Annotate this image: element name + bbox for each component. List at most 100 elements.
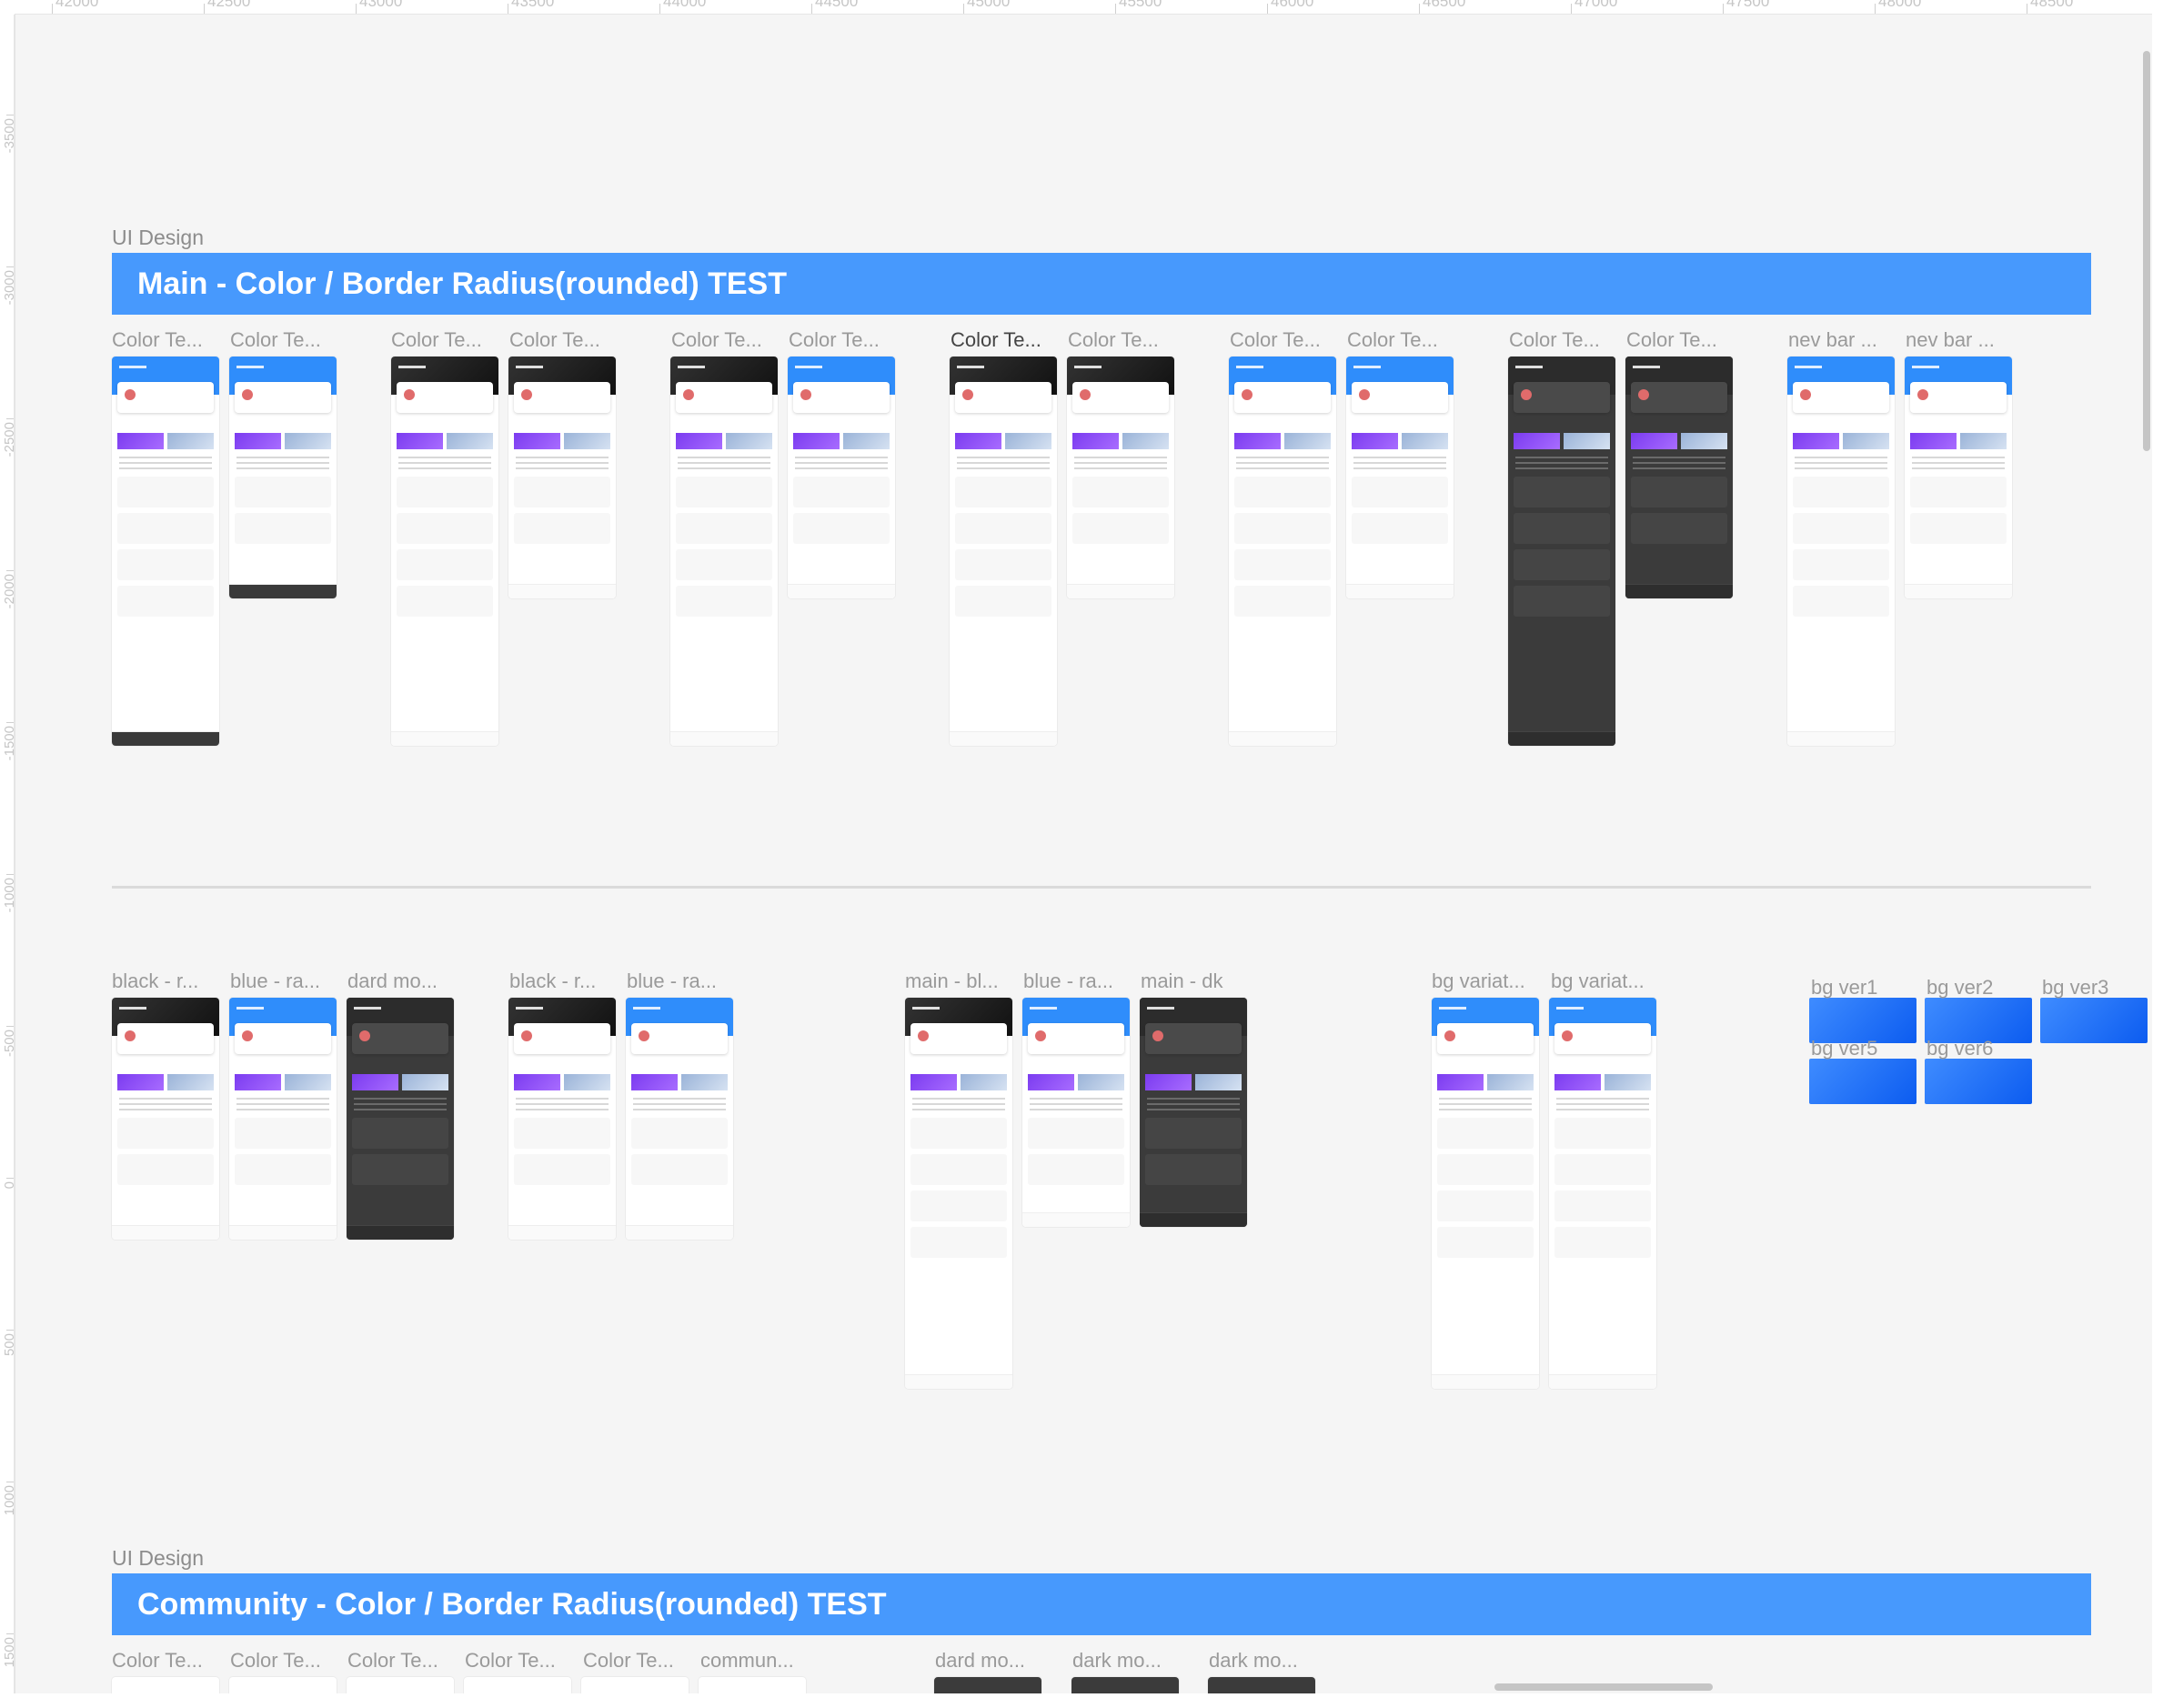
ruler-tick: 42000	[52, 0, 188, 14]
phone-frame[interactable]	[112, 1677, 219, 1693]
phone-frame[interactable]	[670, 357, 778, 746]
phone-frame[interactable]	[1508, 357, 1615, 746]
section-label[interactable]: UI Design	[112, 226, 204, 250]
phone-frame[interactable]	[581, 1677, 689, 1693]
ruler-tick: -1000	[0, 874, 14, 1010]
frame-label[interactable]: Color Te...	[1509, 328, 1618, 352]
ruler-tick: -3500	[0, 115, 14, 251]
frame-label[interactable]: blue - ra...	[230, 970, 339, 993]
frame-label[interactable]: Color Te...	[230, 1649, 339, 1673]
ruler-tick: 43000	[356, 0, 492, 14]
phone-frame[interactable]	[934, 1677, 1041, 1693]
frame-label[interactable]: blue - ra...	[627, 970, 736, 993]
bg-variant-tile[interactable]: bg ver3	[2040, 976, 2148, 1043]
phone-frame[interactable]	[1229, 357, 1336, 746]
phone-frame[interactable]	[1787, 357, 1895, 746]
phone-frame[interactable]	[508, 357, 616, 598]
phone-frame[interactable]	[508, 998, 616, 1240]
vertical-ruler: -3500 -3000 -2500 -2000 -1500 -1000 -500…	[0, 15, 15, 1693]
frame-label[interactable]: dark mo...	[1209, 1649, 1318, 1673]
phone-frame[interactable]	[112, 998, 219, 1240]
phone-frame[interactable]	[1905, 357, 2012, 598]
frame-label[interactable]: Color Te...	[1068, 328, 1177, 352]
ruler-tick: 0	[0, 1178, 14, 1314]
phone-frame[interactable]	[699, 1677, 806, 1693]
section-banner-main[interactable]: Main - Color / Border Radius(rounded) TE…	[112, 253, 2091, 315]
design-canvas-window: 42000 42500 43000 43500 44000 44500 4500…	[0, 0, 2163, 1708]
ruler-tick: 45000	[963, 0, 1100, 14]
frame-label[interactable]: Color Te...	[509, 328, 619, 352]
phone-frame[interactable]	[1208, 1677, 1315, 1693]
ruler-tick: 45500	[1115, 0, 1252, 14]
phone-frame[interactable]	[464, 1677, 571, 1693]
frame-label[interactable]: nev bar ...	[1788, 328, 1897, 352]
canvas-area[interactable]: UI Design Main - Color / Border Radius(r…	[15, 15, 2152, 1693]
phone-frame[interactable]	[229, 1677, 337, 1693]
frame-label[interactable]: black - r...	[509, 970, 619, 993]
frame-label[interactable]: Color Te...	[789, 328, 898, 352]
ruler-tick: 1500	[0, 1633, 14, 1693]
phone-frame[interactable]	[1022, 998, 1130, 1227]
ruler-tick: -3000	[0, 266, 14, 403]
phone-frame[interactable]	[1549, 998, 1656, 1389]
frame-label[interactable]: Color Te...	[347, 1649, 457, 1673]
section-divider	[112, 886, 2091, 889]
frame-label[interactable]: Color Te...	[391, 328, 500, 352]
ruler-tick: 44000	[659, 0, 796, 14]
phone-frame[interactable]	[347, 1677, 454, 1693]
ruler-tick: 1000	[0, 1482, 14, 1618]
phone-frame[interactable]	[626, 998, 733, 1240]
phone-frame[interactable]	[1071, 1677, 1179, 1693]
ruler-tick: 46500	[1419, 0, 1555, 14]
horizontal-scrollbar[interactable]	[1494, 1683, 1713, 1691]
frame-label[interactable]: black - r...	[112, 970, 221, 993]
frame-label[interactable]: main - dk	[1141, 970, 1250, 993]
frame-label[interactable]: Color Te...	[1230, 328, 1339, 352]
frame-label[interactable]: dard mo...	[935, 1649, 1044, 1673]
frame-label[interactable]: Color Te...	[112, 328, 221, 352]
frame-label[interactable]: commun...	[700, 1649, 810, 1673]
frame-label[interactable]: blue - ra...	[1023, 970, 1132, 993]
phone-frame[interactable]	[1140, 998, 1247, 1227]
frame-label[interactable]: Color Te...	[230, 328, 339, 352]
ruler-tick: 46000	[1267, 0, 1403, 14]
phone-frame[interactable]	[1346, 357, 1454, 598]
phone-frame[interactable]	[229, 357, 337, 598]
section-label[interactable]: UI Design	[112, 1546, 204, 1571]
frame-label[interactable]: Color Te...	[1347, 328, 1456, 352]
ruler-tick: 47000	[1571, 0, 1707, 14]
ruler-tick: 43500	[508, 0, 644, 14]
frame-label[interactable]: Color Te...	[583, 1649, 692, 1673]
frame-label[interactable]: bg variat...	[1432, 970, 1541, 993]
phone-frame[interactable]	[112, 357, 219, 746]
frame-label[interactable]: dark mo...	[1072, 1649, 1182, 1673]
vertical-scrollbar[interactable]	[2143, 51, 2150, 451]
frame-label[interactable]: Color Te...	[671, 328, 780, 352]
phone-frame[interactable]	[347, 998, 454, 1240]
frame-label[interactable]: Color Te...	[951, 328, 1060, 352]
phone-frame[interactable]	[905, 998, 1012, 1389]
frame-label[interactable]: Color Te...	[112, 1649, 221, 1673]
ruler-tick: -1500	[0, 722, 14, 859]
frame-label[interactable]: Color Te...	[1626, 328, 1735, 352]
ruler-tick: 500	[0, 1330, 14, 1466]
section-banner-community[interactable]: Community - Color / Border Radius(rounde…	[112, 1573, 2091, 1635]
ruler-tick: -2500	[0, 418, 14, 555]
frame-label[interactable]: Color Te...	[465, 1649, 574, 1673]
phone-frame[interactable]	[1067, 357, 1174, 598]
phone-frame[interactable]	[788, 357, 895, 598]
bg-variant-tile[interactable]: bg ver6	[1925, 1037, 2032, 1104]
phone-frame[interactable]	[1432, 998, 1539, 1389]
phone-frame[interactable]	[229, 998, 337, 1240]
ruler-tick: 48000	[1875, 0, 2011, 14]
ruler-tick: -2000	[0, 570, 14, 707]
frame-label[interactable]: nev bar ...	[1906, 328, 2015, 352]
ruler-tick: -500	[0, 1026, 14, 1162]
frame-label[interactable]: bg variat...	[1551, 970, 1660, 993]
frame-label[interactable]: main - bl...	[905, 970, 1014, 993]
frame-label[interactable]: dard mo...	[347, 970, 457, 993]
phone-frame[interactable]	[391, 357, 498, 746]
phone-frame[interactable]	[1625, 357, 1733, 598]
phone-frame[interactable]	[950, 357, 1057, 746]
bg-variant-tile[interactable]: bg ver5	[1809, 1037, 1917, 1104]
